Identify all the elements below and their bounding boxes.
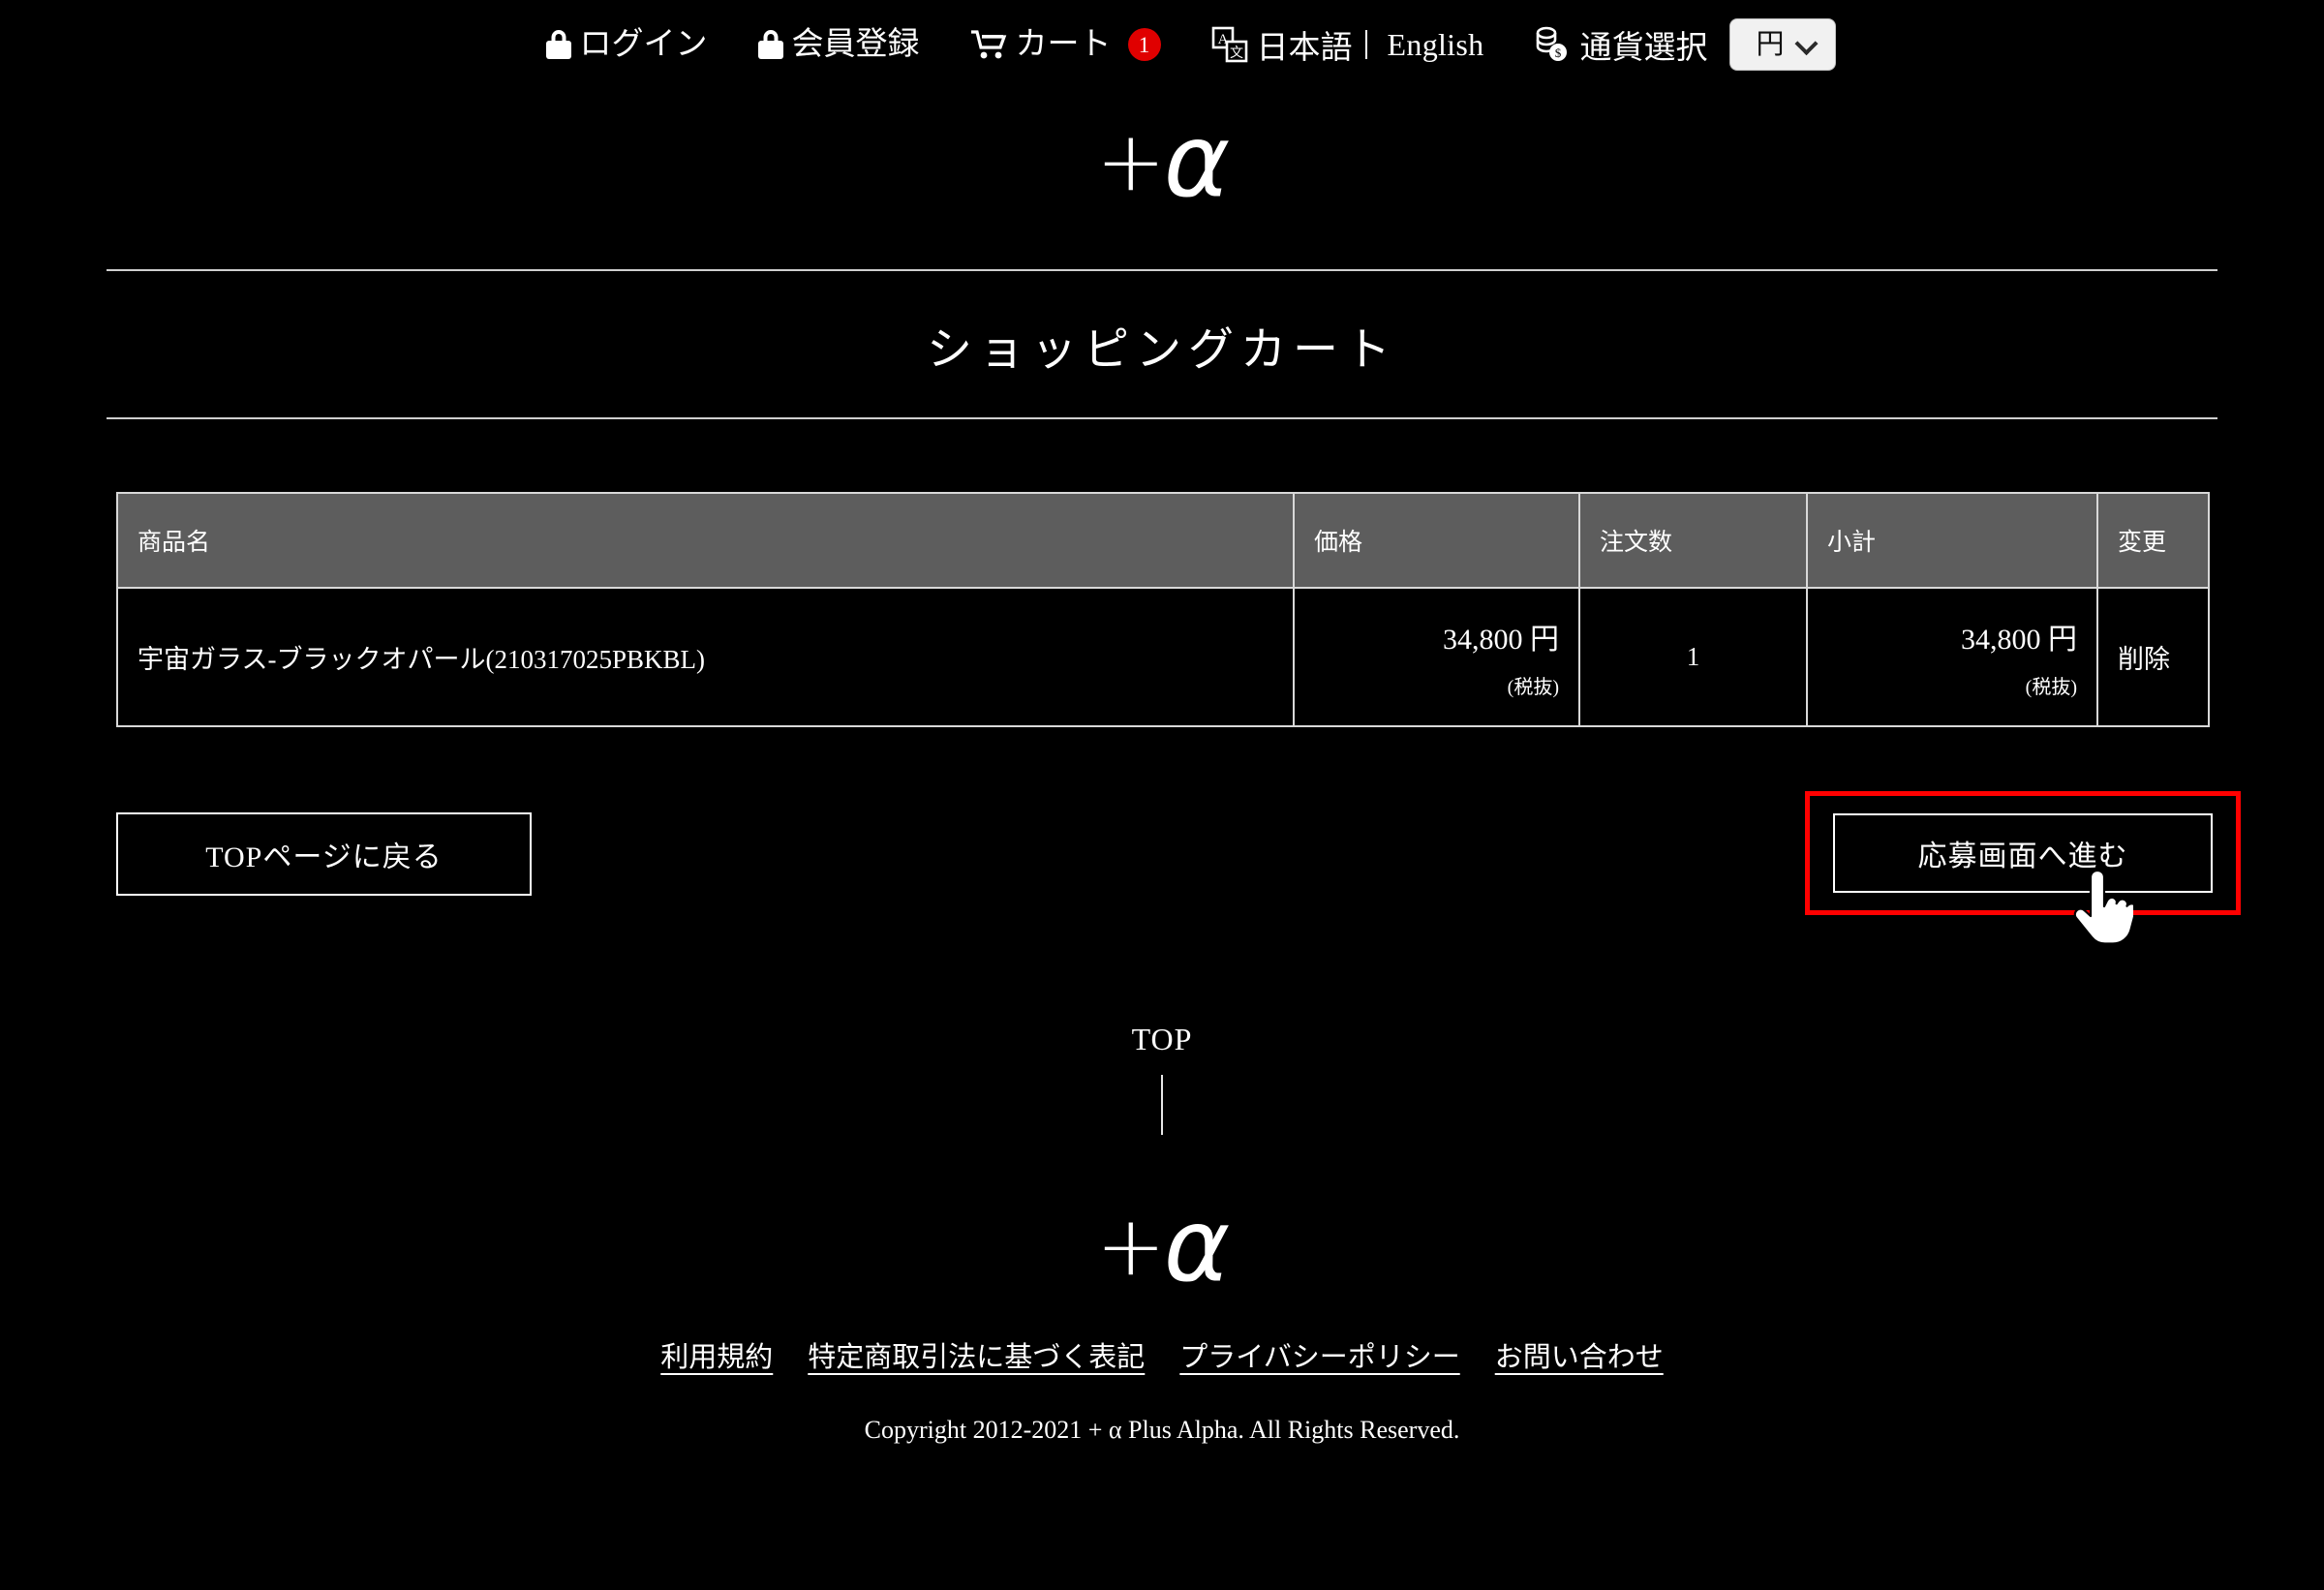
footer-links: 利用規約 特定商取引法に基づく表記 プライバシーポリシー お問い合わせ (660, 1334, 1663, 1375)
footer-link-contact[interactable]: お問い合わせ (1495, 1334, 1664, 1375)
footer-link-commercial-transactions[interactable]: 特定商取引法に基づく表記 (808, 1334, 1145, 1375)
login-link[interactable]: ログイン (545, 26, 708, 62)
currency-select-wrapper: 円 (1718, 18, 1837, 71)
cart-count-badge: 1 (1127, 28, 1161, 61)
footer-link-privacy-policy[interactable]: プライバシーポリシー (1179, 1334, 1459, 1375)
language-japanese-link[interactable]: 日本語 (1257, 21, 1353, 68)
footer-logo[interactable]: +α (1095, 1195, 1231, 1296)
currency-select[interactable]: 円 (1729, 18, 1837, 71)
register-link[interactable]: 会員登録 (757, 26, 920, 62)
column-header-change: 変更 (2096, 492, 2210, 589)
cell-quantity: 1 (1578, 587, 1808, 727)
cart-actions: TOPページに戻る 応募画面へ進む (116, 791, 2241, 945)
lock-icon (757, 30, 783, 59)
currency-selector-group: $ 通貨選択 円 (1534, 18, 1837, 71)
column-header-name: 商品名 (116, 492, 1295, 589)
page-footer: +α 利用規約 特定商取引法に基づく表記 プライバシーポリシー お問い合わせ C… (0, 1195, 2324, 1445)
footer-logo-alpha: α (1163, 1186, 1231, 1304)
cart-table: 商品名 価格 注文数 小計 変更 宇宙ガラス-ブラックオパール(21031702… (116, 492, 2210, 727)
subtotal-tax-note: (税抜) (2025, 677, 2077, 698)
translate-icon: A 文 (1211, 26, 1248, 63)
language-separator (1364, 30, 1367, 59)
top-anchor-link[interactable]: TOP (1132, 1022, 1193, 1057)
brand-logo-alpha: α (1163, 102, 1231, 220)
page-title-block: ショッピングカート (0, 269, 2324, 419)
proceed-to-application-button[interactable]: 応募画面へ進む (1833, 813, 2213, 893)
page-title: ショッピングカート (927, 325, 1397, 376)
subtotal-value: 34,800 円 (1961, 624, 2077, 656)
cell-product-name: 宇宙ガラス-ブラックオパール(210317025PBKBL) (116, 587, 1295, 727)
price-tax-note: (税抜) (1507, 677, 1559, 698)
column-header-price: 価格 (1293, 492, 1580, 589)
cart-table-body: 宇宙ガラス-ブラックオパール(210317025PBKBL) 34,800 円 … (116, 587, 2210, 727)
cell-price: 34,800 円 (税抜) (1293, 587, 1580, 727)
back-to-top-button[interactable]: TOPページに戻る (116, 812, 532, 896)
header-logo-wrapper: +α (0, 110, 2324, 211)
top-utility-bar: ログイン 会員登録 カート 1 A 文 日本語 English $ 通貨選択 円 (0, 0, 2324, 89)
language-switcher: A 文 日本語 English (1211, 21, 1484, 68)
footer-logo-plus: + (1095, 1198, 1166, 1295)
proceed-highlight-box: 応募画面へ進む (1805, 791, 2241, 945)
delete-item-link[interactable]: 削除 (2096, 587, 2210, 727)
title-rule-bottom (107, 417, 2217, 419)
vertical-divider (1161, 1075, 1163, 1135)
mid-top-anchor: TOP (0, 1022, 2324, 1135)
language-english-link[interactable]: English (1388, 27, 1484, 63)
column-header-subtotal: 小計 (1806, 492, 2098, 589)
coins-icon: $ (1534, 26, 1569, 63)
cart-table-head: 商品名 価格 注文数 小計 変更 (116, 492, 2210, 589)
login-label: ログイン (579, 26, 708, 62)
cart-link[interactable]: カート 1 (970, 28, 1161, 61)
column-header-quantity: 注文数 (1578, 492, 1808, 589)
price-value: 34,800 円 (1443, 624, 1559, 656)
cart-table-wrapper: 商品名 価格 注文数 小計 変更 宇宙ガラス-ブラックオパール(21031702… (116, 492, 2210, 727)
register-label: 会員登録 (791, 26, 920, 62)
brand-logo[interactable]: +α (1095, 110, 1231, 211)
footer-link-terms[interactable]: 利用規約 (660, 1334, 773, 1375)
copyright-text: Copyright 2012-2021 + α Plus Alpha. All … (864, 1416, 1460, 1444)
lock-icon (545, 30, 571, 59)
cart-icon (970, 29, 1007, 60)
cart-label: カート (1015, 26, 1112, 62)
svg-text:$: $ (1555, 46, 1562, 60)
svg-text:文: 文 (1230, 46, 1243, 61)
brand-logo-plus: + (1095, 113, 1166, 210)
cell-subtotal: 34,800 円 (税抜) (1806, 587, 2098, 727)
currency-label: 通貨選択 (1579, 31, 1708, 66)
table-header-row: 商品名 価格 注文数 小計 変更 (116, 492, 2210, 589)
table-row: 宇宙ガラス-ブラックオパール(210317025PBKBL) 34,800 円 … (116, 587, 2210, 727)
